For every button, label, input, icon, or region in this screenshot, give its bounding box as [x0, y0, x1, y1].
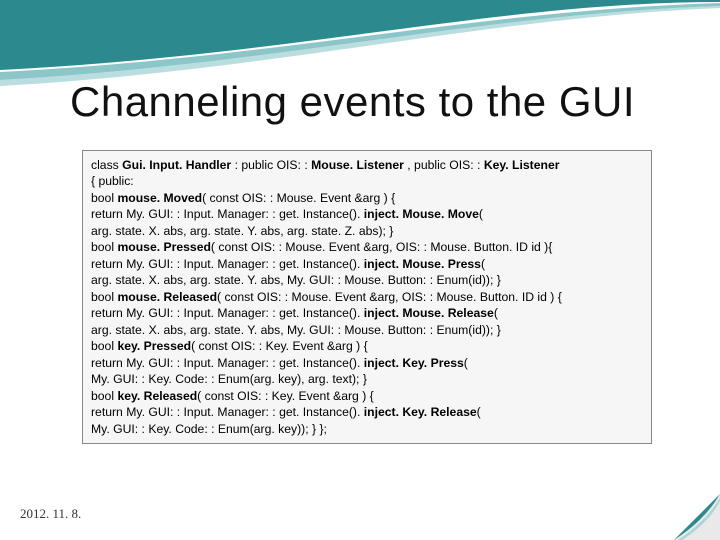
- code-line: return My. GUI: : Input. Manager: : get.…: [91, 355, 643, 371]
- code-line: My. GUI: : Key. Code: : Enum(arg. key), …: [91, 371, 643, 387]
- code-line: class Gui. Input. Handler : public OIS: …: [91, 157, 643, 173]
- page-curl-icon: [674, 494, 720, 540]
- code-line: arg. state. X. abs, arg. state. Y. abs, …: [91, 322, 643, 338]
- code-line: return My. GUI: : Input. Manager: : get.…: [91, 256, 643, 272]
- code-line: arg. state. X. abs, arg. state. Y. abs, …: [91, 272, 643, 288]
- code-line: bool key. Released( const OIS: : Key. Ev…: [91, 388, 643, 404]
- code-line: return My. GUI: : Input. Manager: : get.…: [91, 404, 643, 420]
- slide-title: Channeling events to the GUI: [70, 78, 680, 126]
- code-line: return My. GUI: : Input. Manager: : get.…: [91, 305, 643, 321]
- code-box: class Gui. Input. Handler : public OIS: …: [82, 150, 652, 444]
- code-line: { public:: [91, 173, 643, 189]
- code-line: bool mouse. Moved( const OIS: : Mouse. E…: [91, 190, 643, 206]
- code-line: arg. state. X. abs, arg. state. Y. abs, …: [91, 223, 643, 239]
- slide-date: 2012. 11. 8.: [20, 506, 81, 522]
- code-line: bool key. Pressed( const OIS: : Key. Eve…: [91, 338, 643, 354]
- code-line: return My. GUI: : Input. Manager: : get.…: [91, 206, 643, 222]
- code-line: bool mouse. Released( const OIS: : Mouse…: [91, 289, 643, 305]
- code-line: My. GUI: : Key. Code: : Enum(arg. key));…: [91, 421, 643, 437]
- code-line: bool mouse. Pressed( const OIS: : Mouse.…: [91, 239, 643, 255]
- header-swoosh: [0, 0, 720, 90]
